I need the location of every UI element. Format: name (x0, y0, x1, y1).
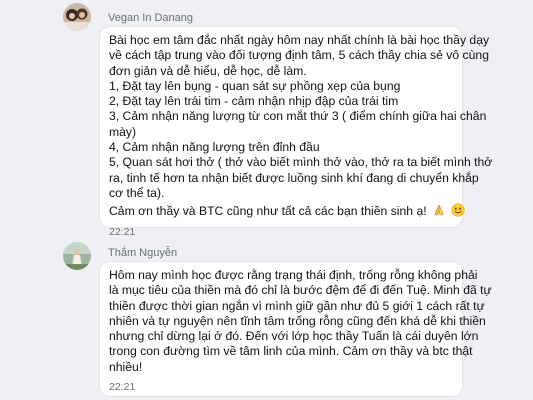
sender-name[interactable]: Vegan In Danang (108, 12, 193, 24)
message-closing-line: Cảm ơn thầy và BTC cũng như tất cả các b… (109, 203, 466, 219)
message-line: 1, Đặt tay lên bụng - quan sát sự phồng … (109, 78, 401, 93)
smiling-face-icon (451, 203, 466, 217)
message-timestamp: 22:21 (109, 381, 136, 394)
message-line: 3, Cảm nhận năng lượng từ con mắt thứ 3 … (109, 109, 487, 124)
message-line: nhưng chỉ dừng lại ở đó. Đến với lớp học… (109, 329, 479, 344)
avatar[interactable] (63, 242, 91, 270)
message-line: mày) (109, 124, 137, 139)
message-line: 5, Quan sát hơi thở ( thở vào biết mình … (109, 155, 493, 170)
message-line: Hôm nay mình học được rằng trạng thái đị… (109, 268, 478, 282)
message-line: trong con đường tìm về tâm linh của mình… (109, 344, 473, 359)
message-line: về cách tập trung vào đối tượng định tâm… (109, 48, 489, 63)
avatar[interactable] (63, 3, 91, 31)
avatar-photo-icon (63, 242, 91, 270)
closing-text: Cảm ơn thầy và BTC cũng như tất cả các b… (109, 204, 427, 219)
sender-name[interactable]: Thắm Nguyễn (108, 247, 177, 259)
message-bubble: Bài học em tâm đắc nhất ngày hôm nay nhấ… (100, 27, 493, 238)
message-line: thiền được thời gian ngắn vì mình giữ gầ… (109, 298, 485, 313)
message-bubble: Hôm nay mình học được rằng trạng thái đị… (100, 262, 492, 396)
message-line: ra, tinh tế hơn ta nhận biết được luồng … (109, 170, 479, 185)
message-line: cơ thể ta). (109, 185, 165, 200)
message-line: là mục tiêu của thiền mà đó chỉ là bước … (109, 283, 492, 298)
avatar-photo-icon (63, 3, 91, 31)
message-timestamp: 22:21 (109, 225, 136, 238)
message-line: nhiên và tự nguyện nên tĩnh tâm trống rỗ… (109, 313, 486, 328)
message-line: nhiều! (109, 359, 143, 374)
folded-hands-icon (432, 203, 446, 217)
message-line: 4, Cảm nhận năng lượng trên đỉnh đầu (109, 140, 320, 155)
message-line: đơn giản và dễ hiểu, dễ học, dễ làm. (109, 63, 307, 78)
message-line: 2, Đặt tay lên trái tim - cảm nhận nhịp … (109, 94, 399, 109)
message-line: Bài học em tâm đắc nhất ngày hôm nay nhấ… (109, 33, 490, 47)
